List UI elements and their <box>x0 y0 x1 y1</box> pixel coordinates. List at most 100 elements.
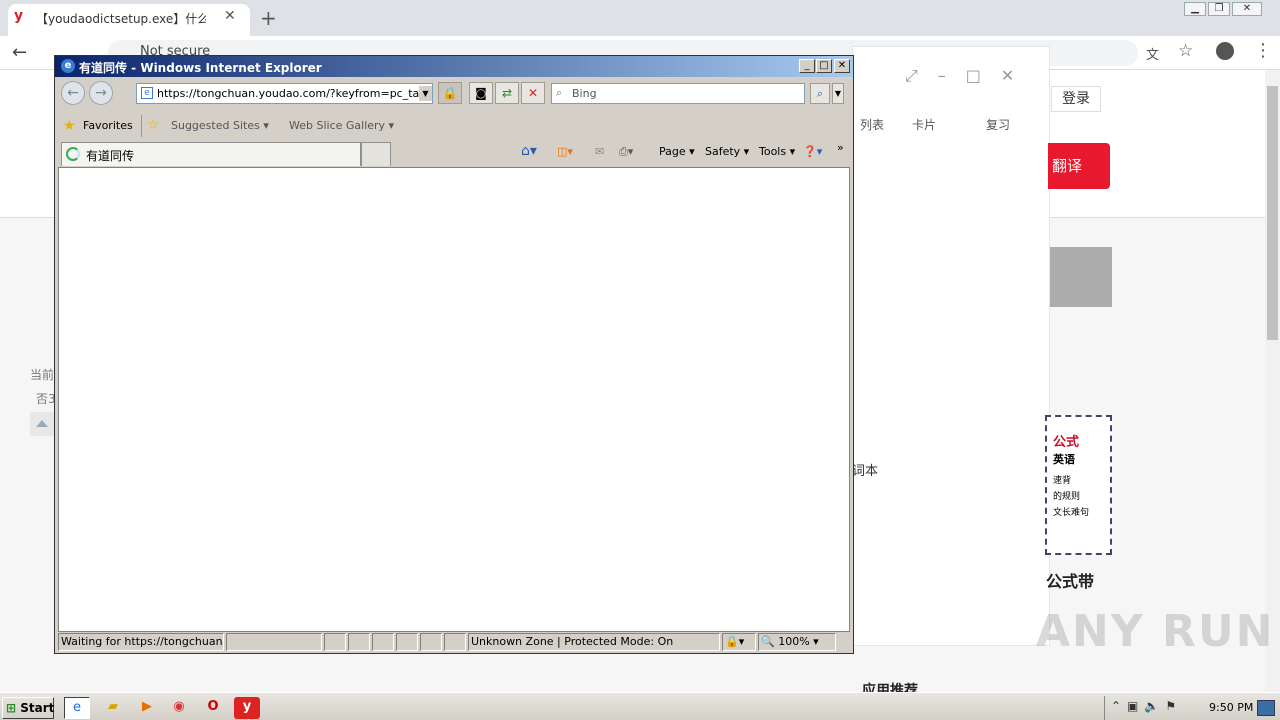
option-label: 否3 <box>36 392 56 406</box>
ie-maximize-button[interactable]: □ <box>816 59 832 73</box>
ie-window-title: 有道同传 - Windows Internet Explorer <box>79 61 322 75</box>
youdao-favicon-icon: y <box>14 8 24 24</box>
feeds-icon[interactable]: ◫▾ <box>557 145 573 158</box>
chrome-close-button[interactable]: ✕ <box>1232 2 1262 16</box>
ie-titlebar[interactable]: e 有道同传 - Windows Internet Explorer _ □ ✕ <box>55 56 853 77</box>
new-tab-button[interactable]: + <box>260 6 277 30</box>
ie-status-bar: Waiting for https://tongchuan.you Unknow… <box>58 633 850 652</box>
banner-line: 文长难句 <box>1053 508 1090 518</box>
progress-bar <box>226 633 322 651</box>
search-options-icon[interactable]: ▼ <box>832 83 844 104</box>
status-pane <box>444 633 466 651</box>
scrollbar-thumb[interactable] <box>1267 86 1278 340</box>
translate-button[interactable]: 翻译 <box>1048 143 1110 189</box>
zoom-icon: 🔍 <box>761 635 775 648</box>
taskbar-chrome-icon[interactable]: ◉ <box>166 697 192 719</box>
start-label: Start <box>20 701 55 715</box>
back-arrow-icon[interactable]: ← <box>12 42 27 63</box>
page-menu[interactable]: Page ▾ <box>659 145 695 158</box>
chrome-menu-icon[interactable]: ⋮ <box>1254 40 1272 61</box>
home-icon[interactable]: ⌂▾ <box>521 143 537 159</box>
translate-icon[interactable]: 文 <box>1146 44 1159 63</box>
search-input[interactable]: ⌕ Bing <box>551 83 805 104</box>
bookmark-star-icon[interactable]: ☆ <box>1178 41 1193 61</box>
tab-review[interactable]: 复习 <box>986 116 1010 133</box>
taskbar: ⊞ Start e ▰ ▶ ◉ O y ⌃▣🔈⚑ 9:50 PM <box>0 692 1280 720</box>
banner-line: 速背 <box>1053 476 1072 486</box>
help-icon[interactable]: ❓▾ <box>803 145 822 158</box>
tab-close-icon[interactable]: ✕ <box>224 8 236 24</box>
ie-back-button[interactable]: ← <box>61 81 85 105</box>
scroll-up-icon[interactable] <box>30 412 54 436</box>
address-text: https://tongchuan.youdao.com/?keyfrom=pc… <box>157 87 427 100</box>
watermark: ANY RUN <box>1036 606 1275 657</box>
zone-status[interactable]: Unknown Zone | Protected Mode: On <box>468 633 720 651</box>
windows-logo-icon: ⊞ <box>6 701 17 715</box>
stop-icon[interactable]: ✕ <box>521 82 545 104</box>
ie-page-content[interactable] <box>58 167 850 632</box>
taskbar-ie-icon[interactable]: e <box>64 697 90 719</box>
ie-address-bar[interactable]: e https://tongchuan.youdao.com/?keyfrom=… <box>136 83 433 104</box>
zoom-level: 100% <box>778 635 810 648</box>
web-slice-gallery-link[interactable]: Web Slice Gallery ▾ <box>289 119 394 132</box>
ie-window: e 有道同传 - Windows Internet Explorer _ □ ✕… <box>54 55 854 654</box>
chevron-more-icon[interactable]: » <box>837 141 844 154</box>
chrome-restore-button[interactable]: ❐ <box>1208 2 1230 16</box>
divider <box>141 115 142 137</box>
add-favorite-icon[interactable]: ☆ <box>147 117 160 133</box>
favorites-bar: ★ Favorites ☆ Suggested Sites ▾ Web Slic… <box>55 113 853 139</box>
refresh-icon[interactable]: ⇄ <box>495 82 519 104</box>
safety-menu[interactable]: Safety ▾ <box>705 145 749 158</box>
zoom-control[interactable]: 🔍 100% ▾ <box>758 633 836 651</box>
address-dropdown-icon[interactable]: ▼ <box>419 86 432 101</box>
search-go-button[interactable]: ⌕ <box>810 83 830 104</box>
compat-view-icon[interactable]: ◙ <box>469 82 493 104</box>
youdao-app-panel <box>852 46 1050 646</box>
status-pane <box>372 633 394 651</box>
banner-title: 公式 <box>1053 435 1080 450</box>
status-pane <box>324 633 346 651</box>
taskbar-folder-icon[interactable]: ▰ <box>100 697 126 719</box>
app-window-controls-icon[interactable]: ⤢–□✕ <box>905 66 1034 86</box>
chrome-tab-title[interactable]: 【youdaodictsetup.exe】什么意思_英 <box>36 10 206 27</box>
banner-line: 的规则 <box>1053 492 1081 502</box>
start-button[interactable]: ⊞ Start <box>2 697 54 719</box>
current-label: 当前 <box>30 368 55 382</box>
tab-card[interactable]: 卡片 <box>912 116 936 133</box>
promo-banner[interactable]: 公式 英语 速背 的规则 文长难句 <box>1045 415 1112 555</box>
login-button[interactable]: 登录 <box>1051 86 1101 112</box>
ie-logo-icon: e <box>61 59 75 73</box>
lock-icon[interactable]: 🔒 <box>438 82 462 104</box>
page-icon: e <box>141 87 153 99</box>
print-icon[interactable]: ⎙▾ <box>619 145 633 159</box>
profile-avatar[interactable] <box>1216 42 1234 60</box>
taskbar-opera-icon[interactable]: O <box>200 697 226 719</box>
taskbar-media-player-icon[interactable]: ▶ <box>134 697 160 719</box>
tab-list[interactable]: 列表 <box>860 116 884 133</box>
loading-spinner-icon <box>66 147 80 161</box>
ie-new-tab-button[interactable] <box>361 142 391 166</box>
ie-tab[interactable]: 有道同传 <box>61 142 361 166</box>
system-tray: ⌃▣🔈⚑ 9:50 PM <box>1104 696 1280 720</box>
mail-icon[interactable]: ✉ <box>595 145 604 158</box>
status-pane <box>348 633 370 651</box>
chrome-tabbar: y 【youdaodictsetup.exe】什么意思_英 ✕ + ▁ ❐ ✕ <box>0 0 1280 36</box>
chrome-minimize-button[interactable]: ▁ <box>1184 2 1206 16</box>
suggested-sites-link[interactable]: Suggested Sites ▾ <box>171 119 269 132</box>
banner-subtitle: 英语 <box>1053 453 1075 466</box>
search-placeholder: Bing <box>572 87 597 100</box>
favorites-star-icon[interactable]: ★ <box>63 118 76 134</box>
tools-menu[interactable]: Tools ▾ <box>759 145 795 158</box>
ie-close-button[interactable]: ✕ <box>834 59 850 73</box>
zoom-dropdown-icon: ▾ <box>813 635 819 648</box>
show-desktop-icon[interactable] <box>1257 700 1275 716</box>
clock[interactable]: 9:50 PM <box>1209 701 1253 714</box>
ad-placeholder <box>1050 247 1112 307</box>
ie-tab-row: 有道同传 ⌂▾ ◫▾ ✉ ⎙▾ Page ▾ Safety ▾ Tools ▾ … <box>55 141 853 166</box>
ie-minimize-button[interactable]: _ <box>799 59 815 73</box>
ie-forward-button[interactable]: → <box>89 81 113 105</box>
tray-icons[interactable]: ⌃▣🔈⚑ <box>1111 699 1182 713</box>
taskbar-youdao-icon[interactable]: y <box>234 697 260 719</box>
favorites-button[interactable]: Favorites <box>83 119 133 132</box>
protected-mode-icon[interactable]: 🔒▾ <box>722 633 756 651</box>
